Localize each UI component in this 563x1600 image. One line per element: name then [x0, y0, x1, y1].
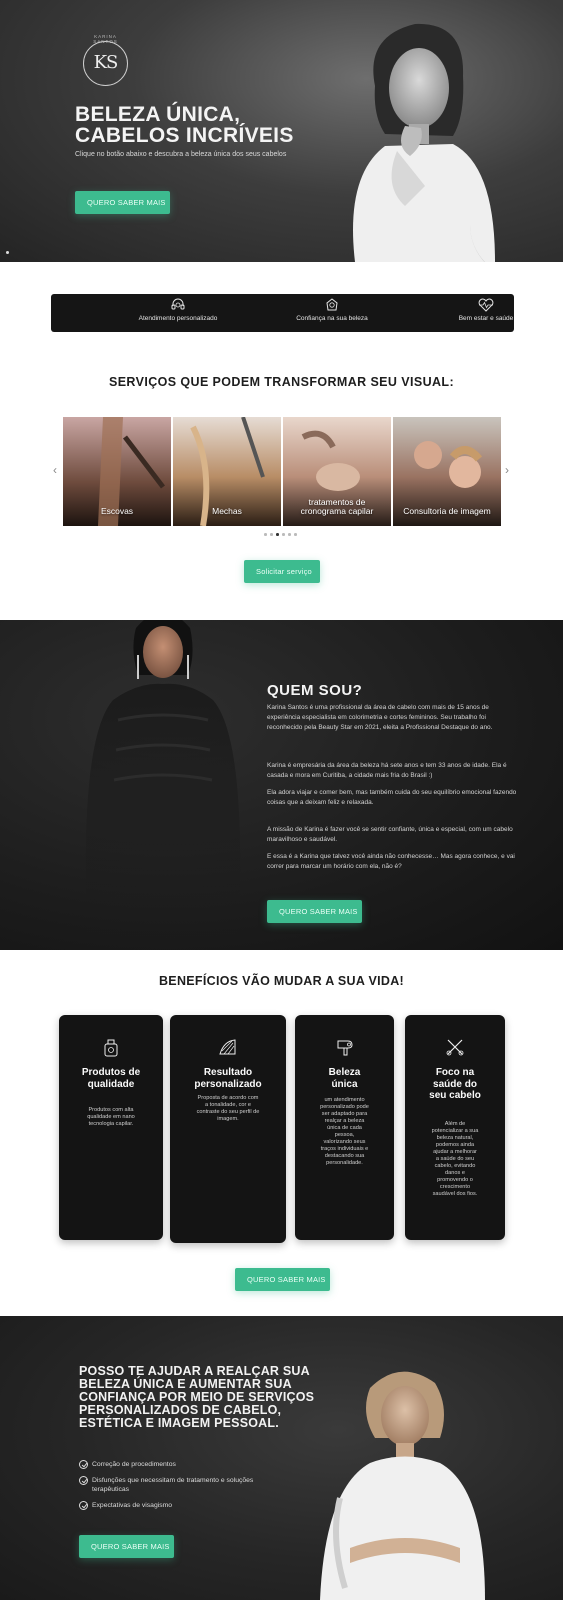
feature-item-bem-estar: Bem estar e saúde	[411, 298, 561, 322]
service-card-tratamentos[interactable]: tratamentos de cronograma capilar	[283, 417, 391, 526]
benefit-card-text: Proposta de acordo com a tonalidade, cor…	[196, 1095, 260, 1122]
hero-title-line1: BELEZA ÚNICA,	[75, 103, 241, 126]
hero-subtitle: Clique no botão abaixo e descubra a bele…	[75, 151, 287, 158]
list-item: Correção de procedimentos	[79, 1460, 279, 1469]
service-card-label: Escovas	[100, 506, 134, 516]
about-section: QUEM SOU? Karina Santos é uma profission…	[0, 620, 563, 950]
carousel-dot[interactable]	[264, 533, 267, 536]
hero-section: KARINA SANTOS KS BELEZA ÚNICA, CABELOS I…	[0, 0, 563, 262]
benefits-title: BENEFÍCIOS VÃO MUDAR A SUA VIDA!	[158, 974, 405, 988]
benefit-card-text: Produtos com alta qualidade em nano tecn…	[87, 1107, 135, 1127]
feature-label: Atendimento personalizado	[138, 315, 218, 322]
help-section: POSSO TE AJUDAR A REALÇAR SUA BELEZA ÚNI…	[0, 1316, 563, 1600]
about-paragraph: Karina é empresária da área da beleza há…	[267, 762, 507, 779]
scissors-comb-icon	[446, 1039, 464, 1056]
carousel-dot-active[interactable]	[276, 533, 279, 536]
decorative-arc	[470, 200, 563, 262]
hero-cta-button[interactable]: QUERO SABER MAIS	[75, 191, 170, 214]
benefit-card-resultado: Resultado personalizado Proposta de acor…	[170, 1015, 286, 1243]
check-circle-icon	[79, 1501, 88, 1510]
beauty-face-icon	[326, 298, 338, 311]
service-card-consultoria[interactable]: Consultoria de imagem	[393, 417, 501, 526]
benefit-card-produtos: Produtos de qualidade Produtos com alta …	[59, 1015, 163, 1240]
feature-label: Bem estar e saúde	[458, 315, 514, 322]
about-title: QUEM SOU?	[267, 682, 363, 699]
logo-name: KARINA SANTOS	[93, 34, 118, 44]
about-cta-button[interactable]: QUERO SABER MAIS	[267, 900, 362, 923]
feature-bar: Atendimento personalizado Confiança na s…	[51, 294, 514, 332]
check-circle-icon	[79, 1460, 88, 1469]
service-card-label: Mechas	[212, 506, 242, 516]
help-portrait-image	[320, 1371, 485, 1600]
product-bottle-icon	[104, 1039, 118, 1057]
request-service-button[interactable]: Solicitar serviço	[244, 560, 320, 583]
list-item: Expectativas de visagismo	[79, 1501, 279, 1510]
benefit-card-text: um atendimento personalizado pode ser ad…	[320, 1097, 369, 1166]
decorative-dot	[6, 251, 9, 254]
services-title: SERVIÇOS QUE PODEM TRANSFORMAR SEU VISUA…	[108, 375, 455, 389]
help-title: POSSO TE AJUDAR A REALÇAR SUA BELEZA ÚNI…	[79, 1364, 315, 1430]
benefit-card-beleza: Beleza única um atendimento personalizad…	[295, 1015, 394, 1240]
benefit-card-foco: Foco na saúde do seu cabelo Além de pote…	[405, 1015, 505, 1240]
carousel-dot[interactable]	[270, 533, 273, 536]
carousel-dot[interactable]	[288, 533, 291, 536]
about-paragraph: A missão de Karina é fazer você se senti…	[267, 826, 513, 843]
headset-icon	[171, 298, 185, 310]
benefit-card-title: Foco na saúde do seu cabelo	[429, 1067, 481, 1101]
help-cta-button[interactable]: QUERO SABER MAIS	[79, 1535, 174, 1558]
hero-title-line2: CABELOS INCRÍVEIS	[75, 124, 294, 147]
about-paragraph: Ela adora viajar e comer bem, mas também…	[267, 789, 517, 806]
color-palette-icon	[219, 1039, 236, 1055]
about-paragraph: E essa é a Karina que talvez você ainda …	[267, 853, 515, 870]
carousel-dot[interactable]	[282, 533, 285, 536]
carousel-prev-arrow-icon[interactable]: ‹	[53, 463, 57, 477]
service-card-mechas[interactable]: Mechas	[173, 417, 281, 526]
benefit-card-text: Além de potencializar a sua beleza natur…	[431, 1121, 479, 1197]
service-card-label: Consultoria de imagem	[403, 506, 491, 516]
benefits-cta-button[interactable]: QUERO SABER MAIS	[235, 1268, 330, 1291]
benefit-card-title: Resultado personalizado	[194, 1067, 262, 1090]
logo-monogram: KS	[93, 52, 119, 73]
check-circle-icon	[79, 1476, 88, 1485]
heart-pulse-icon	[478, 298, 494, 312]
carousel-pagination	[262, 533, 302, 537]
service-card-escovas[interactable]: Escovas	[63, 417, 171, 526]
help-list: Correção de procedimentos Disfunções que…	[79, 1460, 279, 1517]
feature-label: Confiança na sua beleza	[296, 315, 368, 322]
hero-title: BELEZA ÚNICA, CABELOS INCRÍVEIS	[75, 104, 345, 146]
feature-item-confianca: Confiança na sua beleza	[257, 298, 407, 322]
carousel-next-arrow-icon[interactable]: ›	[505, 463, 509, 477]
brand-logo[interactable]: KARINA SANTOS KS	[83, 34, 128, 86]
about-portrait-image	[85, 620, 241, 950]
feature-item-atendimento: Atendimento personalizado	[103, 298, 253, 322]
about-paragraph: Karina Santos é uma profissional da área…	[267, 704, 493, 731]
carousel-dot[interactable]	[294, 533, 297, 536]
list-item: Disfunções que necessitam de tratamento …	[79, 1476, 279, 1494]
benefit-card-title: Produtos de qualidade	[81, 1067, 141, 1090]
benefit-card-title: Beleza única	[328, 1067, 361, 1090]
hair-dryer-icon	[337, 1040, 353, 1056]
service-card-label: tratamentos de cronograma capilar	[300, 497, 374, 516]
